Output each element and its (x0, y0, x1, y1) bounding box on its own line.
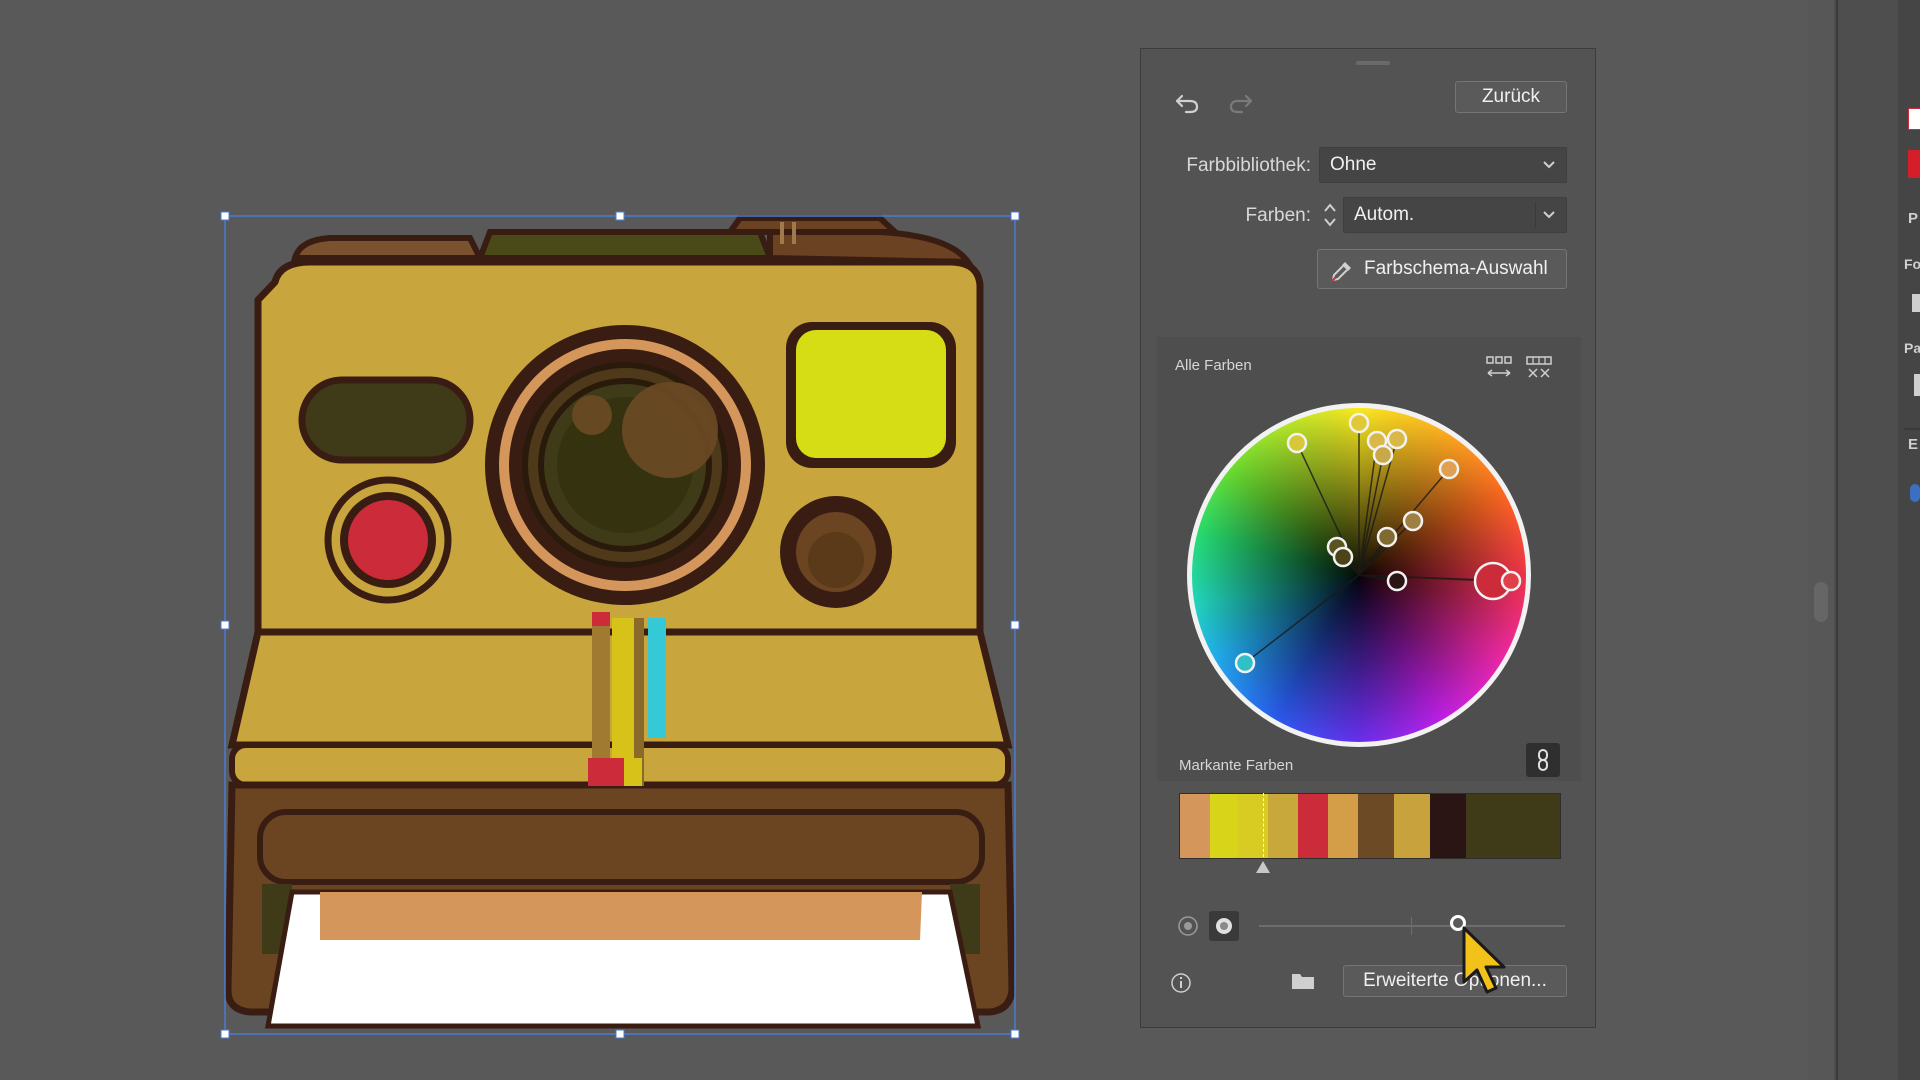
harmony-spread-icon[interactable] (1485, 355, 1513, 381)
edge-control[interactable] (1914, 374, 1920, 396)
fill-none-swatch[interactable] (1908, 108, 1920, 130)
color-library-label: Farbbibliothek: (1186, 155, 1311, 176)
link-icon (1538, 749, 1548, 771)
color-scheme-picker-button[interactable]: Farbschema-Auswahl (1317, 249, 1567, 289)
color-library-select[interactable]: Ohne (1319, 147, 1567, 183)
adjustment-slider-track[interactable] (1259, 925, 1565, 927)
recolor-artwork-panel: Zurück Farbbibliothek: Ohne Farben: Auto… (1140, 48, 1596, 1028)
artboard-canvas[interactable] (0, 0, 1920, 1080)
prominent-colors-bar[interactable] (1179, 793, 1561, 859)
stroke-color-swatch[interactable] (1908, 150, 1920, 178)
color-library-value: Ohne (1330, 154, 1377, 175)
save-colors-folder-button[interactable] (1287, 965, 1319, 997)
color-swatch[interactable] (1180, 794, 1210, 858)
panel-drag-grip[interactable] (1356, 61, 1390, 65)
color-swatch[interactable] (1506, 794, 1560, 858)
color-wheel-markers[interactable] (1187, 403, 1531, 747)
info-icon (1171, 973, 1191, 993)
swatch-divider-marker[interactable] (1256, 861, 1270, 873)
colors-count-select[interactable]: Autom. (1343, 197, 1567, 233)
all-colors-label: Alle Farben (1175, 357, 1252, 374)
color-swatch[interactable] (1466, 794, 1506, 858)
color-swatch[interactable] (1328, 794, 1358, 858)
chevron-down-icon (1543, 161, 1555, 169)
randomize-colors-icon[interactable] (1525, 355, 1553, 381)
color-swatch[interactable] (1358, 794, 1394, 858)
link-harmony-button[interactable] (1526, 743, 1560, 777)
instant-camera-illustration[interactable] (224, 215, 1016, 1029)
edge-label-pa: Pa (1904, 340, 1920, 356)
color-swatch[interactable] (1430, 794, 1466, 858)
edge-label-p: P (1908, 210, 1919, 227)
mouse-cursor-icon (1462, 926, 1506, 994)
color-swatch[interactable] (1394, 794, 1430, 858)
color-swatch[interactable] (1268, 794, 1298, 858)
back-button[interactable]: Zurück (1455, 81, 1567, 113)
saturation-mode-icon (1216, 918, 1232, 934)
dock-scrollbar[interactable] (1808, 0, 1834, 1080)
color-swatch[interactable] (1210, 794, 1238, 858)
edge-visibility-toggle[interactable] (1910, 484, 1920, 502)
hue-mode-radio-icon[interactable] (1177, 915, 1199, 937)
saturation-mode-button[interactable] (1209, 911, 1239, 941)
slider-center-tick (1411, 917, 1412, 935)
edge-label-fo: Fo (1904, 256, 1920, 272)
advanced-options-button[interactable]: Erweiterte Optionen... (1343, 965, 1567, 997)
redo-icon (1229, 94, 1253, 114)
edge-control[interactable] (1912, 294, 1920, 312)
prominent-colors-label: Markante Farben (1179, 757, 1294, 774)
right-dock: P Fo Pa E (1808, 0, 1920, 1080)
edge-label-e: E (1908, 436, 1919, 453)
colors-count-stepper[interactable] (1321, 199, 1339, 231)
redo-button[interactable] (1225, 87, 1257, 119)
dock-divider (1836, 0, 1838, 1080)
chevron-down-icon (1543, 211, 1555, 219)
swatch-divider-handle[interactable] (1263, 793, 1264, 857)
stepper-arrows-icon (1324, 203, 1336, 227)
edge-divider (1904, 428, 1920, 430)
eyedropper-icon (1331, 262, 1351, 282)
all-colors-section: Alle Farben (1157, 337, 1581, 781)
colors-count-label: Farben: (1245, 205, 1311, 226)
undo-button[interactable] (1171, 87, 1203, 119)
scroll-thumb[interactable] (1814, 582, 1828, 622)
color-swatch[interactable] (1298, 794, 1328, 858)
info-button[interactable] (1165, 967, 1197, 999)
undo-icon (1175, 94, 1199, 114)
folder-icon (1292, 974, 1314, 989)
color-scheme-picker-label: Farbschema-Auswahl (1364, 258, 1548, 279)
colors-count-value: Autom. (1354, 204, 1415, 225)
